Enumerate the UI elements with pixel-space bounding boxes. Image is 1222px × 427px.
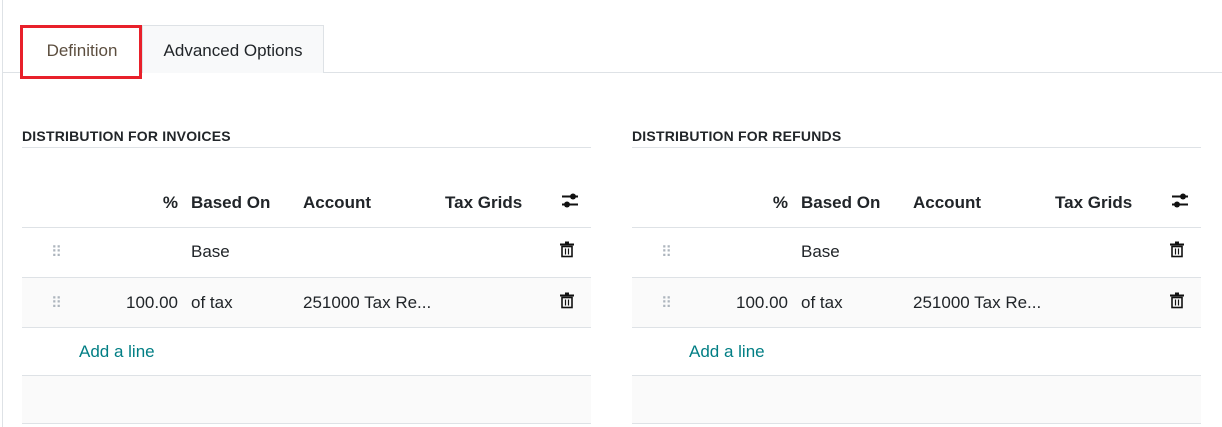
optional-columns-icon[interactable] <box>560 191 580 214</box>
tab-definition[interactable]: Definition <box>22 25 142 74</box>
table-row[interactable]: ⠿ 100.00 of tax 251000 Tax Re... <box>632 278 1201 328</box>
drag-handle-icon[interactable]: ⠿ <box>51 243 62 261</box>
cell-percent[interactable]: 100.00 <box>736 293 788 313</box>
drag-handle-icon[interactable]: ⠿ <box>661 294 672 312</box>
section-divider <box>22 147 591 148</box>
cell-account[interactable]: 251000 Tax Re... <box>913 293 1041 313</box>
section-title: DISTRIBUTION FOR REFUNDS <box>632 128 842 144</box>
drag-handle-icon[interactable]: ⠿ <box>51 294 62 312</box>
invoices-distribution: DISTRIBUTION FOR INVOICES % Based On Acc… <box>22 120 591 427</box>
tab-advanced-options[interactable]: Advanced Options <box>142 25 324 73</box>
cell-based-on[interactable]: Base <box>191 242 230 262</box>
empty-row <box>632 376 1201 424</box>
header-account[interactable]: Account <box>913 193 981 213</box>
header-based-on[interactable]: Based On <box>191 193 270 213</box>
left-border <box>2 0 3 427</box>
refunds-distribution: DISTRIBUTION FOR REFUNDS % Based On Acco… <box>632 120 1201 427</box>
add-line-link[interactable]: Add a line <box>79 342 155 362</box>
header-tax-grids[interactable]: Tax Grids <box>445 193 522 213</box>
trash-icon[interactable] <box>560 292 574 313</box>
trash-icon[interactable] <box>1170 241 1184 263</box>
section-divider <box>632 147 1201 148</box>
table-header: % Based On Account Tax Grids <box>22 178 591 228</box>
table-row[interactable]: ⠿ Base <box>22 227 591 278</box>
cell-based-on[interactable]: of tax <box>801 293 843 313</box>
trash-icon[interactable] <box>1170 292 1184 313</box>
header-account[interactable]: Account <box>303 193 371 213</box>
optional-columns-icon[interactable] <box>1170 191 1190 214</box>
empty-row <box>22 376 591 424</box>
header-percent[interactable]: % <box>163 193 178 213</box>
add-line-link[interactable]: Add a line <box>689 342 765 362</box>
table-header: % Based On Account Tax Grids <box>632 178 1201 228</box>
cell-based-on[interactable]: Base <box>801 242 840 262</box>
header-based-on[interactable]: Based On <box>801 193 880 213</box>
add-line-row: Add a line <box>22 328 591 376</box>
section-title: DISTRIBUTION FOR INVOICES <box>22 128 231 144</box>
add-line-row: Add a line <box>632 328 1201 376</box>
cell-based-on[interactable]: of tax <box>191 293 233 313</box>
cell-account[interactable]: 251000 Tax Re... <box>303 293 431 313</box>
table-row[interactable]: ⠿ Base <box>632 227 1201 278</box>
cell-percent[interactable]: 100.00 <box>126 293 178 313</box>
trash-icon[interactable] <box>560 241 574 263</box>
header-percent[interactable]: % <box>773 193 788 213</box>
header-tax-grids[interactable]: Tax Grids <box>1055 193 1132 213</box>
drag-handle-icon[interactable]: ⠿ <box>661 243 672 261</box>
table-row[interactable]: ⠿ 100.00 of tax 251000 Tax Re... <box>22 278 591 328</box>
